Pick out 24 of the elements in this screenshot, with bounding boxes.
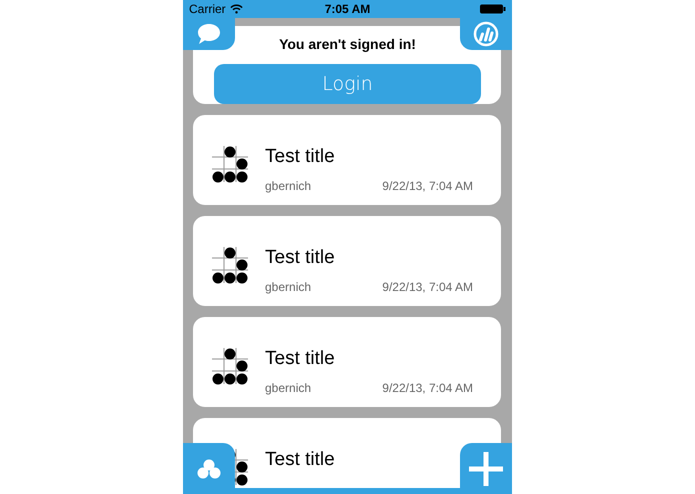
- profile-button[interactable]: [460, 18, 512, 50]
- logo-icon: [473, 21, 499, 47]
- three-stones-icon: [196, 458, 222, 478]
- sign-in-message: You aren't signed in!: [279, 36, 416, 52]
- post-author: gbernich: [265, 280, 312, 294]
- carrier-label: Carrier: [189, 2, 226, 16]
- chat-button[interactable]: [183, 18, 235, 50]
- post-date: 9/22/13, 7:04 AM: [382, 179, 473, 193]
- post-title: Test title: [265, 147, 336, 166]
- plus-icon: [469, 452, 503, 486]
- post-title: Test title: [265, 450, 336, 469]
- post-card[interactable]: Test title gbernich 9/22/13, 7:04 AM: [193, 216, 501, 306]
- post-card[interactable]: Test title gbernich 9/22/13, 7:04 AM: [193, 317, 501, 407]
- speech-bubble-icon: [197, 23, 221, 45]
- battery-icon: [480, 4, 506, 14]
- post-card[interactable]: Test title gbernich 9/22/13, 7:04 AM: [193, 115, 501, 205]
- post-title: Test title: [265, 349, 336, 368]
- status-time: 7:05 AM: [324, 2, 370, 16]
- post-date: 9/22/13, 7:04 AM: [382, 280, 473, 294]
- post-author: gbernich: [265, 179, 312, 193]
- post-date: 9/22/13, 7:04 AM: [382, 381, 473, 395]
- post-title: Test title: [265, 248, 336, 267]
- post-author: gbernich: [265, 381, 312, 395]
- wifi-icon: [230, 4, 243, 14]
